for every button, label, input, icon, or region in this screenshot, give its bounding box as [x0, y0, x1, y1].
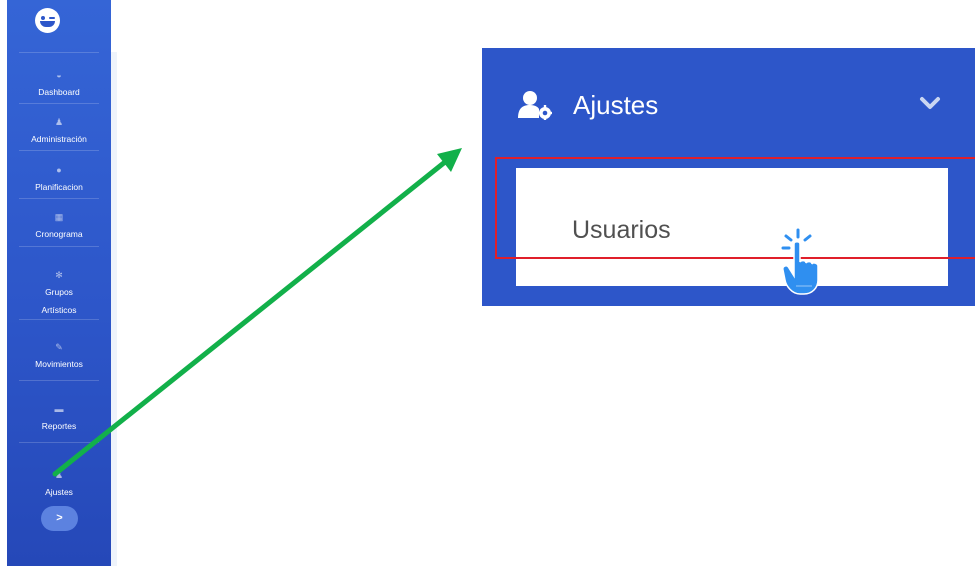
- green-arrow: [52, 148, 462, 477]
